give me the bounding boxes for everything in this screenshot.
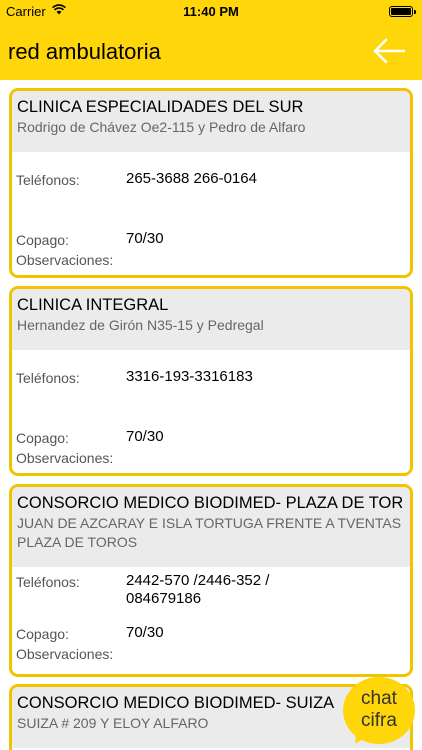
chat-button-label-line2: cifra xyxy=(361,710,397,731)
phones-value: 265-3688 266-0164 xyxy=(126,170,257,187)
phones-value: 2442-570 /2446-352 / 084679186 xyxy=(126,572,270,607)
copay-label: Copago: xyxy=(16,430,69,446)
clinic-card[interactable]: CLINICA INTEGRAL Hernandez de Girón N35-… xyxy=(9,286,413,476)
observations-row: Observaciones: xyxy=(12,646,410,668)
clinic-name: CONSORCIO MEDICO BIODIMED- PLAZA DE TORO… xyxy=(17,494,402,512)
copay-label: Copago: xyxy=(16,232,69,248)
clinic-card-header: CLINICA ESPECIALIDADES DEL SUR Rodrigo d… xyxy=(12,91,410,152)
clinic-name: CLINICA ESPECIALIDADES DEL SUR xyxy=(17,98,304,116)
observations-label: Observaciones: xyxy=(16,646,114,662)
phones-label: Teléfonos: xyxy=(16,172,80,188)
phones-row: Teléfonos: 2442-570 /2446-352 / 08467918… xyxy=(12,572,410,612)
arrow-left-icon[interactable] xyxy=(372,37,406,65)
phones-label: Teléfonos: xyxy=(16,574,80,590)
chat-button-label-line1: chat xyxy=(361,688,397,709)
clinic-card[interactable]: CLINICA ESPECIALIDADES DEL SUR Rodrigo d… xyxy=(9,88,413,278)
copay-row: Copago: 70/30 xyxy=(12,624,410,646)
copay-row: Copago: 70/30 xyxy=(12,230,410,252)
observations-label: Observaciones: xyxy=(16,450,114,466)
phones-label: Teléfonos: xyxy=(16,370,80,386)
observations-label: Observaciones: xyxy=(16,252,114,268)
page-title: red ambulatoria xyxy=(8,39,161,64)
phones-row: Teléfonos: 3316-193-3316183 xyxy=(12,368,410,390)
copay-label: Copago: xyxy=(16,626,69,642)
clinic-name: CLINICA INTEGRAL xyxy=(17,296,169,314)
copay-value: 70/30 xyxy=(126,428,164,445)
clinic-card-header: CONSORCIO MEDICO BIODIMED- PLAZA DE TORO… xyxy=(12,487,410,567)
chat-button[interactable]: chat cifra xyxy=(343,677,415,749)
battery-icon xyxy=(389,6,416,17)
clock: 11:40 PM xyxy=(183,4,239,19)
observations-row: Observaciones: xyxy=(12,450,410,472)
phones-value: 3316-193-3316183 xyxy=(126,368,253,385)
clinic-address: JUAN DE AZCARAY E ISLA TORTUGA FRENTE A … xyxy=(17,515,402,550)
copay-value: 70/30 xyxy=(126,624,164,641)
status-bar: Carrier 11:40 PM xyxy=(0,0,422,23)
clinic-address: Hernandez de Girón N35-15 y Pedregal xyxy=(17,317,264,333)
phones-row: Teléfonos: 265-3688 266-0164 xyxy=(12,170,410,192)
copay-value: 70/30 xyxy=(126,230,164,247)
observations-row: Observaciones: xyxy=(12,252,410,274)
copay-row: Copago: 70/30 xyxy=(12,428,410,450)
navigation-bar: red ambulatoria xyxy=(0,23,422,80)
clinic-card-header: CLINICA INTEGRAL Hernandez de Girón N35-… xyxy=(12,289,410,350)
clinic-card[interactable]: CONSORCIO MEDICO BIODIMED- PLAZA DE TORO… xyxy=(9,484,413,677)
clinic-address: Rodrigo de Chávez Oe2-115 y Pedro de Alf… xyxy=(17,119,306,135)
